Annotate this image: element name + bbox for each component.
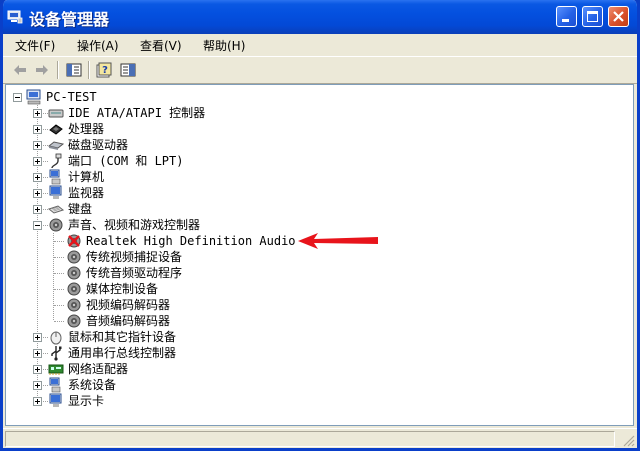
port-icon [51, 153, 62, 169]
keyboard-icon [48, 205, 64, 214]
tree-line [53, 233, 54, 320]
back-arrow-icon[interactable] [11, 61, 29, 79]
title-bar[interactable]: 设备管理器 [3, 0, 637, 34]
expand-toggle[interactable] [33, 125, 42, 134]
device-tree[interactable]: PC-TEST IDE ATA/ATAPI 控制器 处理器 磁盘驱动器 端口 (… [5, 84, 634, 426]
device-manager-icon [7, 10, 23, 24]
view-icon[interactable] [119, 61, 137, 79]
annotation-arrow-icon [298, 233, 378, 249]
close-button[interactable] [608, 6, 629, 27]
root-label: PC-TEST [46, 90, 97, 104]
system-device-icon [49, 377, 61, 393]
status-bar [3, 428, 637, 448]
device-error-icon [67, 234, 81, 248]
speaker-icon [67, 282, 81, 296]
root-collapse-toggle[interactable] [13, 93, 22, 102]
maximize-button[interactable] [582, 6, 603, 27]
processor-icon [49, 124, 63, 135]
expand-toggle[interactable] [33, 205, 42, 214]
menu-view[interactable]: 查看(V) [140, 37, 182, 54]
speaker-icon [67, 314, 81, 328]
sound-icon [49, 218, 63, 232]
disk-drive-icon [48, 141, 64, 150]
menu-bar: 文件(F) 操作(A) 查看(V) 帮助(H) [3, 34, 637, 55]
network-adapter-icon [48, 364, 64, 375]
minimize-button[interactable] [556, 6, 577, 27]
expand-toggle[interactable] [33, 189, 42, 198]
help-icon[interactable]: ? [95, 61, 113, 79]
svg-text:?: ? [102, 65, 108, 76]
expand-toggle[interactable] [33, 141, 42, 150]
expand-toggle[interactable] [33, 109, 42, 118]
menu-help[interactable]: 帮助(H) [203, 37, 245, 54]
status-panel [5, 431, 615, 447]
expand-toggle[interactable] [33, 397, 42, 406]
expand-toggle[interactable] [33, 365, 42, 374]
computer-icon [26, 89, 41, 105]
usb-icon [51, 346, 62, 361]
properties-icon[interactable] [65, 61, 83, 79]
speaker-icon [67, 298, 81, 312]
device-manager-window: 设备管理器 文件(F) 操作(A) 查看(V) 帮助(H) ? PC-TEST … [0, 0, 640, 451]
menu-file[interactable]: 文件(F) [15, 37, 55, 54]
expand-toggle[interactable] [33, 173, 42, 182]
resize-grip-icon[interactable] [623, 435, 635, 447]
forward-arrow-icon[interactable] [33, 61, 51, 79]
expand-toggle[interactable] [33, 333, 42, 342]
expand-toggle[interactable] [33, 349, 42, 358]
minimize-icon [562, 19, 569, 22]
window-title: 设备管理器 [29, 10, 110, 29]
toolbar-separator [57, 61, 59, 79]
toolbar-separator [88, 61, 90, 79]
monitor-icon [49, 185, 62, 199]
maximize-icon [587, 11, 598, 22]
display-adapter-icon [49, 393, 62, 407]
menu-action[interactable]: 操作(A) [77, 37, 119, 54]
mouse-icon [50, 331, 62, 345]
speaker-icon [67, 250, 81, 264]
expand-toggle[interactable] [33, 157, 42, 166]
expand-toggle[interactable] [33, 381, 42, 390]
collapse-toggle[interactable] [33, 221, 42, 230]
close-icon [613, 11, 624, 22]
speaker-icon [67, 266, 81, 280]
toolbar: ? [3, 56, 637, 84]
computer-icon [49, 169, 61, 185]
ide-controller-icon [48, 109, 64, 118]
